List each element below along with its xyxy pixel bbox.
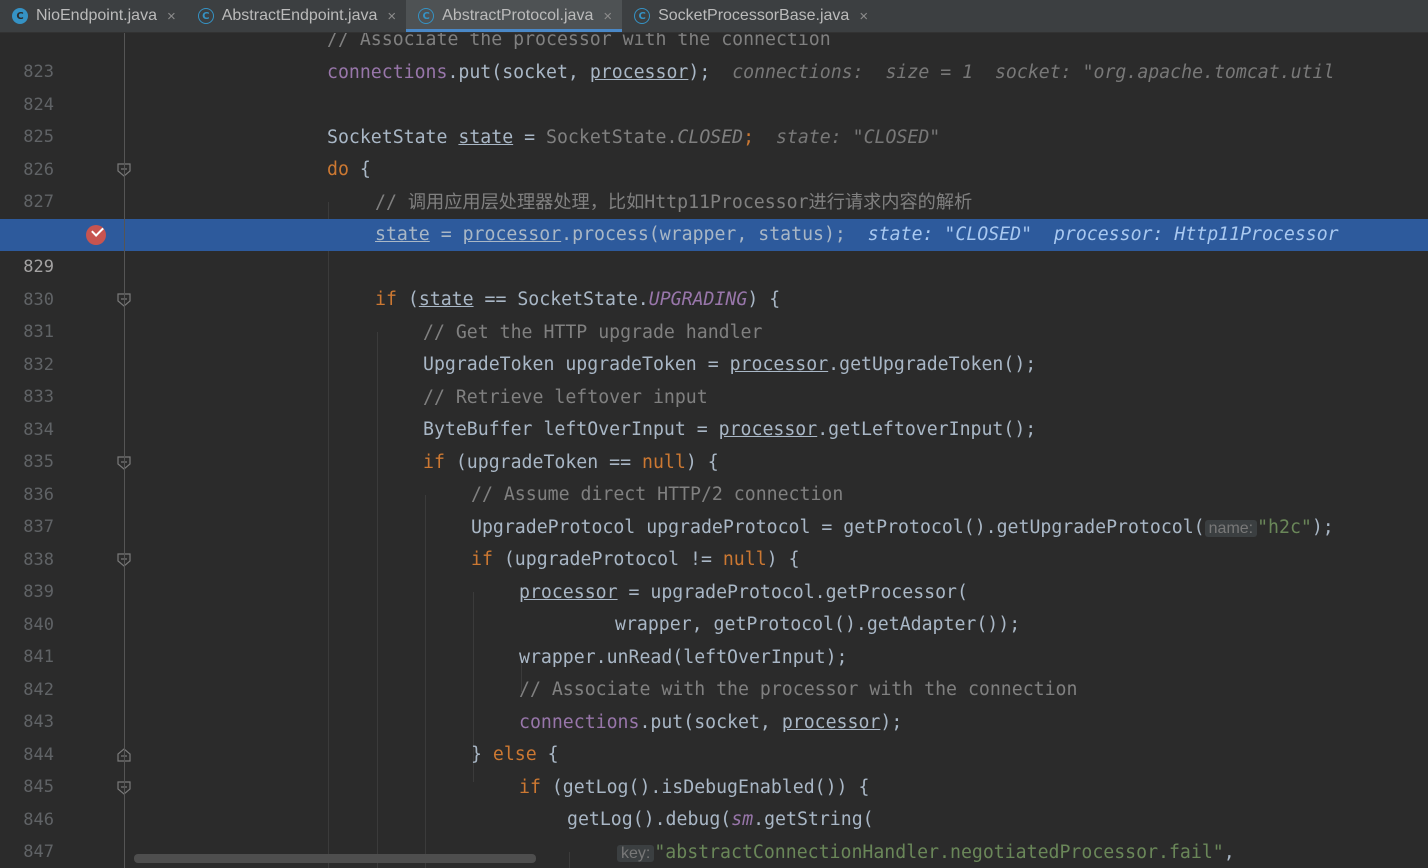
parameter-hint: key: xyxy=(617,845,655,862)
code-text: // Associate the processor with the conn… xyxy=(327,33,831,50)
code-line[interactable]: 834 // Retrieve leftover input xyxy=(0,382,1428,440)
tab-label: NioEndpoint.java xyxy=(36,7,157,24)
inline-debug-value: state: "CLOSED" processor: Http11Process… xyxy=(867,224,1339,245)
code-text: // Assume direct HTTP/2 connection xyxy=(471,484,844,505)
code-line[interactable]: 833 UpgradeToken upgradeToken = processo… xyxy=(0,349,1428,407)
code-text: SocketState state = SocketState.CLOSED; … xyxy=(327,127,941,148)
code-text: processor = upgradeProtocol.getProcessor… xyxy=(519,582,968,603)
code-line[interactable]: 847 getLog().debug(sm.getString( xyxy=(0,804,1428,862)
code-editor[interactable]: 823 // Associate the processor with the … xyxy=(0,33,1428,868)
code-text: if (getLog().isDebugEnabled()) { xyxy=(519,777,870,798)
code-line[interactable]: 842 wrapper.unRead(leftOverInput); xyxy=(0,642,1428,700)
code-text: getLog().debug(sm.getString( xyxy=(567,809,874,830)
tab-abstractendpoint[interactable]: C AbstractEndpoint.java × xyxy=(186,0,406,32)
code-line[interactable]: 836 if (upgradeToken == null) { xyxy=(0,447,1428,505)
code-line[interactable]: 848 key:"abstractConnectionHandler.negot… xyxy=(0,837,1428,868)
tab-label: SocketProcessorBase.java xyxy=(658,7,850,24)
editor-tab-bar: C NioEndpoint.java × C AbstractEndpoint.… xyxy=(0,0,1428,33)
horizontal-scrollbar[interactable] xyxy=(134,854,536,863)
code-line[interactable]: 831 if (state == SocketState.UPGRADING) … xyxy=(0,284,1428,342)
inline-debug-value: connections: size = 1 socket: "org.apach… xyxy=(732,62,1335,83)
code-text: wrapper.unRead(leftOverInput); xyxy=(519,647,848,668)
code-line[interactable]: 841 wrapper, getProtocol().getAdapter())… xyxy=(0,609,1428,667)
gutter-divider xyxy=(124,33,125,868)
close-icon[interactable]: × xyxy=(387,8,396,25)
close-icon[interactable]: × xyxy=(167,8,176,25)
tab-nioendpoint[interactable]: C NioEndpoint.java × xyxy=(0,0,186,32)
code-text: connections.put(socket, processor); conn… xyxy=(327,62,1335,83)
code-text: UpgradeProtocol upgradeProtocol = getPro… xyxy=(471,517,1334,538)
code-text: // 调用应用层处理器处理，比如Http11Processor进行请求内容的解析 xyxy=(375,192,973,213)
abstract-class-icon: C xyxy=(418,8,435,24)
tab-abstractprotocol[interactable]: C AbstractProtocol.java × xyxy=(406,0,623,32)
code-line[interactable]: 832 // Get the HTTP upgrade handler xyxy=(0,317,1428,375)
code-line[interactable]: 838 UpgradeProtocol upgradeProtocol = ge… xyxy=(0,512,1428,570)
code-text: if (upgradeToken == null) { xyxy=(423,452,719,473)
tab-label: AbstractProtocol.java xyxy=(442,7,594,24)
current-execution-line[interactable]: 829 state = processor.process(wrapper, s… xyxy=(0,219,1428,277)
code-line[interactable]: 844 connections.put(socket, processor); xyxy=(0,707,1428,765)
code-text: if (state == SocketState.UPGRADING) { xyxy=(375,289,781,310)
class-icon: C xyxy=(12,8,28,24)
code-text: key: "abstractConnectionHandler.negotiate… xyxy=(617,837,1235,868)
tab-label: AbstractEndpoint.java xyxy=(221,7,378,24)
breakpoint-icon[interactable] xyxy=(86,225,106,245)
code-text: UpgradeToken upgradeToken = processor.ge… xyxy=(423,354,1037,375)
code-text: // Associate with the processor with the… xyxy=(519,679,1078,700)
code-line[interactable]: 846 if (getLog().isDebugEnabled()) { xyxy=(0,772,1428,830)
code-text: do { xyxy=(327,159,371,180)
abstract-class-icon: C xyxy=(634,8,651,24)
code-line[interactable]: 845 } else { xyxy=(0,739,1428,797)
code-line[interactable]: 830 xyxy=(0,252,1428,310)
parameter-hint: name: xyxy=(1204,520,1258,537)
code-text: // Retrieve leftover input xyxy=(423,387,708,408)
code-text: connections.put(socket, processor); xyxy=(519,712,903,733)
abstract-class-icon: C xyxy=(197,8,214,24)
close-icon[interactable]: × xyxy=(603,8,612,25)
code-line[interactable]: 835 ByteBuffer leftOverInput = processor… xyxy=(0,414,1428,472)
tab-socketprocessorbase[interactable]: C SocketProcessorBase.java × xyxy=(622,0,878,32)
code-line[interactable]: 823 // Associate the processor with the … xyxy=(0,33,1428,82)
code-line[interactable]: 840 processor = upgradeProtocol.getProce… xyxy=(0,577,1428,635)
code-line[interactable]: 828 // 调用应用层处理器处理，比如Http11Processor进行请求内… xyxy=(0,187,1428,245)
code-line[interactable]: 824 connections.put(socket, processor); … xyxy=(0,57,1428,115)
close-icon[interactable]: × xyxy=(859,8,868,25)
code-text: } else { xyxy=(471,744,559,765)
code-line[interactable]: 827 do { xyxy=(0,154,1428,212)
code-text: ByteBuffer leftOverInput = processor.get… xyxy=(423,419,1037,440)
code-line[interactable]: 839 if (upgradeProtocol != null) { xyxy=(0,544,1428,602)
code-line[interactable]: 837 // Assume direct HTTP/2 connection xyxy=(0,479,1428,537)
code-line[interactable]: 826 SocketState state = SocketState.CLOS… xyxy=(0,122,1428,180)
code-text: // Get the HTTP upgrade handler xyxy=(423,322,763,343)
code-text: if (upgradeProtocol != null) { xyxy=(471,549,800,570)
code-text: state = processor.process(wrapper, statu… xyxy=(375,224,1339,245)
inline-debug-value: state: "CLOSED" xyxy=(775,127,941,148)
code-line[interactable]: 843 // Associate with the processor with… xyxy=(0,674,1428,732)
code-text: wrapper, getProtocol().getAdapter()); xyxy=(615,614,1021,635)
code-line[interactable]: 825 xyxy=(0,89,1428,147)
